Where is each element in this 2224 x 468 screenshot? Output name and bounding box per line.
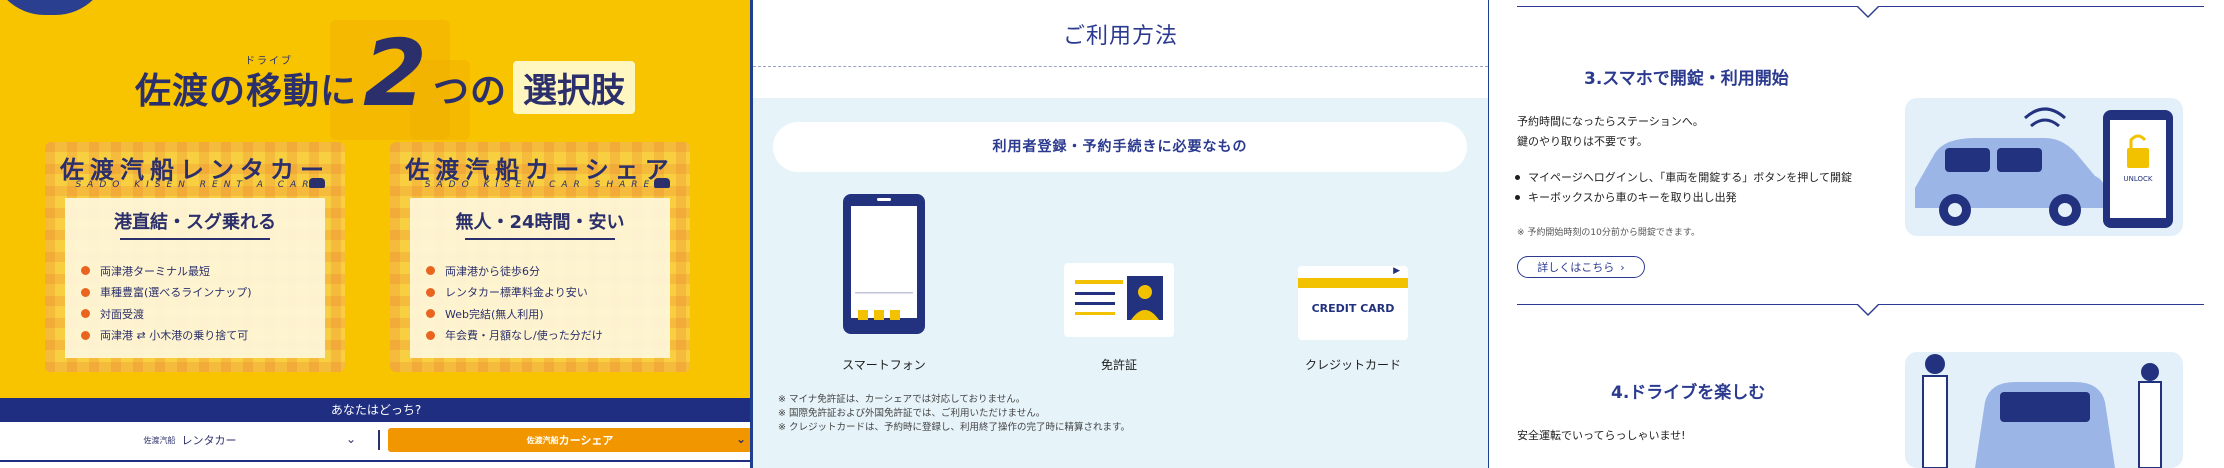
- card-text: CREDIT CARD: [1311, 302, 1395, 315]
- corner-decoration: [0, 0, 110, 15]
- list-item: キーボックスから車のキーを取り出し出発: [1515, 187, 1852, 207]
- detail-button[interactable]: 詳しくはこちら ›: [1517, 256, 1645, 278]
- brand-label: 佐渡汽船: [526, 435, 559, 445]
- smartphone-icon: [843, 194, 925, 334]
- select-rental-button[interactable]: 佐渡汽船 レンタカー ⌄: [10, 428, 370, 452]
- tagline-underline: [465, 238, 615, 240]
- card-stripe: [1298, 278, 1408, 288]
- steps-panel: 3.スマホで開錠・利用開始 予約時間になったらステーションへ。 鍵のやり取りは不…: [1489, 0, 2224, 468]
- card-subtitle: SADO KISEN RENT A CAR: [75, 180, 315, 190]
- headline-box: 選択肢: [513, 61, 636, 114]
- unlock-label: UNLOCK: [2123, 175, 2153, 183]
- unlock-illustration: UNLOCK: [1905, 98, 2183, 236]
- item-label-smartphone: スマートフォン: [842, 358, 926, 372]
- step3-title: 3.スマホで開錠・利用開始: [1584, 69, 1789, 89]
- select-label: レンタカー: [181, 434, 237, 447]
- list-item: 両津港ターミナル最短: [81, 260, 252, 282]
- drive-illustration: [1905, 352, 2183, 468]
- headline-ruby: ドライブ: [245, 56, 293, 67]
- car-share-card: 佐渡汽船カーシェア SADO KISEN CAR SHARE 無人・24時間・安…: [390, 142, 690, 372]
- note-line: ※ マイナ免許証は、カーシェアでは対応しておりません。: [778, 394, 1026, 405]
- list-item: 対面受渡: [81, 303, 252, 325]
- bullet-icon: [426, 287, 435, 297]
- step3-text: 予約時間になったらステーションへ。 鍵のやり取りは不要です。: [1517, 115, 1704, 148]
- rental-car-card: 佐渡汽船レンタカー SADO KISEN RENT A CAR 港直結・スグ乗れ…: [45, 142, 345, 372]
- credit-card-icon: ▶ CREDIT CARD: [1298, 266, 1408, 340]
- license-card-icon: [1064, 263, 1174, 337]
- dashed-divider: [753, 66, 1488, 67]
- list-item: レンタカー標準料金より安い: [426, 282, 603, 304]
- list-item: 年会費・月額なし/使った分だけ: [426, 325, 603, 347]
- headline-part1: 佐渡の移動に: [135, 71, 358, 112]
- step3-note: ※ 予約開始時刻の10分前から開錠できます。: [1517, 228, 1700, 238]
- list-item: 両津港 ⇄ 小木港の乗り捨て可: [81, 325, 252, 347]
- bullet-icon: [426, 266, 435, 276]
- note-line: ※ クレジットカードは、予約時に登録し、利用終了操作の完了時に精算されます。: [778, 422, 1131, 433]
- feature-list: 両津港ターミナル最短 車種豊富(選べるラインナップ) 対面受渡 両津港 ⇄ 小木…: [81, 260, 252, 346]
- feature-list: 両津港から徒歩6分 レンタカー標準料金より安い Web完結(無人利用) 年会費・…: [426, 260, 603, 346]
- card-body: 無人・24時間・安い 両津港から徒歩6分 レンタカー標準料金より安い Web完結…: [410, 198, 670, 358]
- bullet-icon: [81, 330, 90, 340]
- list-item: 両津港から徒歩6分: [426, 260, 603, 282]
- select-label: カーシェア: [558, 434, 614, 447]
- car-icon: [654, 178, 670, 188]
- car-unlock-icon: [1915, 107, 2173, 228]
- detail-button-label: 詳しくはこちら: [1537, 261, 1615, 274]
- brand-label: 佐渡汽船: [143, 435, 176, 445]
- card-body: 港直結・スグ乗れる 両津港ターミナル最短 車種豊富(選べるラインナップ) 対面受…: [65, 198, 325, 358]
- bullet-icon: [81, 309, 90, 319]
- card-tagline: 港直結・スグ乗れる: [114, 212, 276, 233]
- tagline-underline: [120, 238, 270, 240]
- play-icon: ▶: [1393, 266, 1400, 276]
- requirements-heading: 利用者登録・予約手続きに必要なもの: [773, 122, 1467, 172]
- card-tagline: 無人・24時間・安い: [455, 212, 625, 233]
- bullet-icon: [81, 287, 90, 297]
- people-car-icon: [1922, 354, 2162, 468]
- headline-number: 2: [363, 20, 428, 127]
- notes: ※ マイナ免許証は、カーシェアでは対応しておりません。 ※ 国際免許証および外国…: [778, 393, 1130, 435]
- bullet-icon: [426, 309, 435, 319]
- car-icon: [309, 178, 325, 188]
- divider: [378, 430, 380, 450]
- section-title: ご利用方法: [1062, 24, 1178, 49]
- list-item: Web完結(無人利用): [426, 303, 603, 325]
- item-label-license: 免許証: [1100, 358, 1137, 372]
- chevron-down-icon: ⌄: [735, 432, 746, 446]
- step4-title: 4.ドライブを楽しむ: [1611, 383, 1766, 403]
- headline-part2: つの: [433, 71, 508, 112]
- item-label-credit-card: クレジットカード: [1304, 358, 1401, 372]
- bullet-icon: [81, 266, 90, 276]
- note-line: ※ 国際免許証および外国免許証では、ご利用いただけません。: [778, 408, 1046, 419]
- bullet-icon: [426, 330, 435, 340]
- list-item: 車種豊富(選べるラインナップ): [81, 282, 252, 304]
- chevron-right-icon: ›: [1620, 260, 1625, 274]
- select-share-button[interactable]: 佐渡汽船 カーシェア ⌄: [388, 428, 752, 452]
- list-item: マイページへログインし、「車両を開錠する」ボタンを押して開錠: [1515, 167, 1852, 187]
- rental-vs-share-panel: 佐渡の移動に ドライブ 2 つの 選択肢 佐渡汽船レンタカー SADO KISE…: [0, 0, 752, 468]
- step3-bullets: マイページへログインし、「車両を開錠する」ボタンを押して開錠 キーボックスから車…: [1515, 167, 1852, 207]
- bottom-line: [0, 460, 752, 462]
- chevron-down-icon: ⌄: [345, 432, 356, 446]
- question-banner: あなたはどっち?: [0, 398, 752, 422]
- step4-text: 安全運転でいってらっしゃいませ!: [1517, 429, 1686, 442]
- how-to-use-panel: ご利用方法 利用者登録・予約手続きに必要なもの スマートフォン 免許証 ▶ CR…: [753, 0, 1488, 468]
- headline: 佐渡の移動に ドライブ 2 つの 選択肢: [135, 20, 636, 127]
- card-subtitle: SADO KISEN CAR SHARE: [424, 180, 656, 190]
